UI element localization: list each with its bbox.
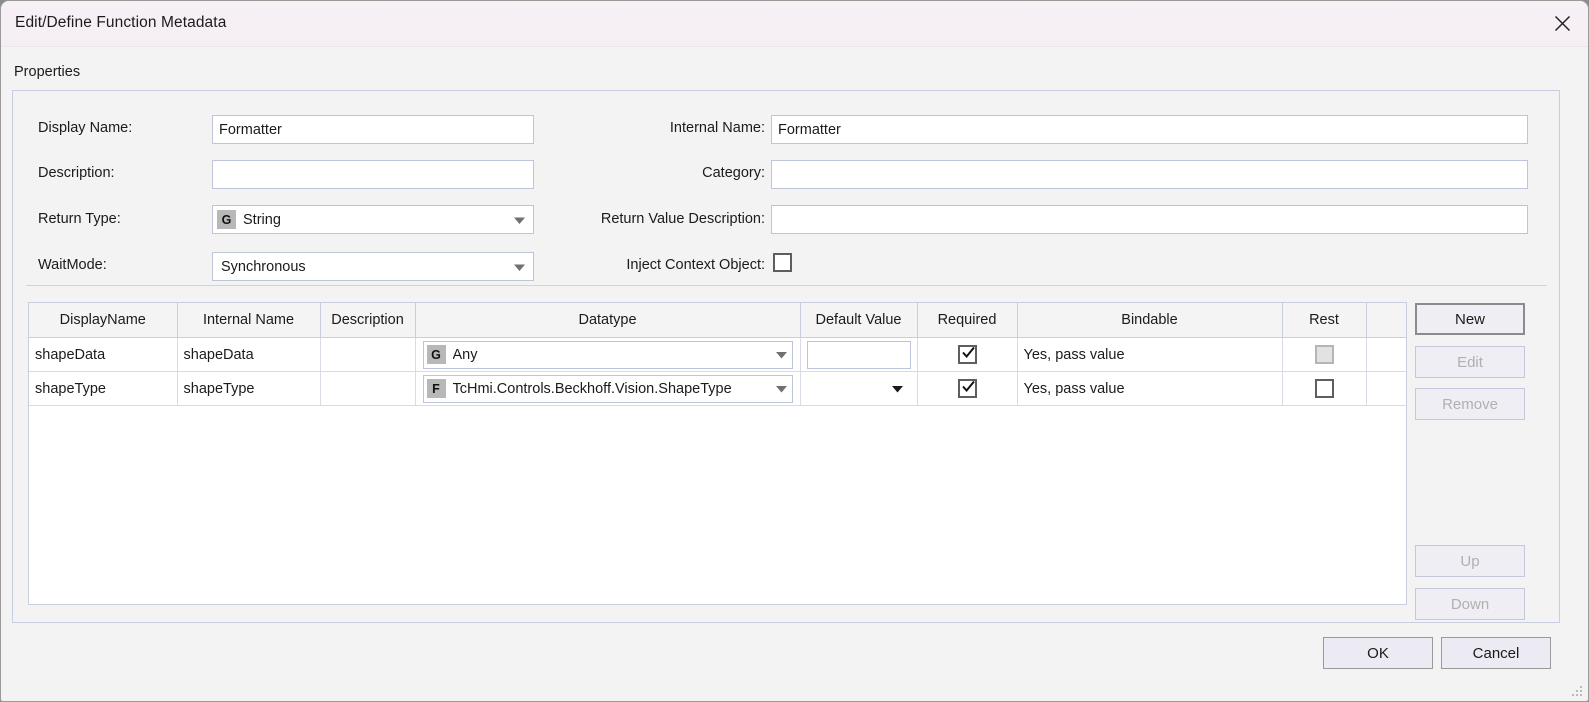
chevron-down-icon — [775, 347, 787, 363]
cell-datatype: G Any — [415, 337, 801, 372]
column-header-required[interactable]: Required — [917, 303, 1018, 338]
datatype-combobox[interactable]: G Any — [422, 340, 793, 369]
category-label: Category: — [702, 165, 765, 181]
section-divider — [26, 285, 1547, 286]
cell-spacer — [1366, 371, 1406, 406]
grid-header-row: DisplayName Internal Name Description Da… — [29, 303, 1406, 338]
column-header-default-value[interactable]: Default Value — [800, 303, 918, 338]
default-value-input[interactable] — [806, 340, 911, 369]
cell-displayname: shapeType — [29, 371, 178, 406]
datatype-value: TcHmi.Controls.Beckhoff.Vision.ShapeType — [452, 380, 732, 397]
generic-type-badge-icon: G — [217, 210, 236, 229]
required-checkbox[interactable] — [957, 345, 977, 364]
return-value-description-label: Return Value Description: — [600, 211, 765, 227]
column-header-bindable[interactable]: Bindable — [1017, 303, 1283, 338]
cell-internal-name: shapeType — [177, 371, 321, 406]
column-header-spacer — [1366, 303, 1406, 338]
cell-description — [320, 337, 416, 372]
category-input[interactable] — [771, 160, 1528, 189]
down-button[interactable]: Down — [1415, 588, 1525, 620]
cell-bindable: Yes, pass value — [1017, 371, 1283, 406]
cell-description — [320, 371, 416, 406]
chevron-down-icon — [891, 381, 903, 397]
parameters-grid[interactable]: DisplayName Internal Name Description Da… — [28, 302, 1407, 605]
column-header-rest[interactable]: Rest — [1282, 303, 1367, 338]
remove-button[interactable]: Remove — [1415, 388, 1525, 420]
column-header-displayname[interactable]: DisplayName — [29, 303, 178, 338]
internal-name-input[interactable] — [771, 115, 1528, 144]
edit-function-metadata-dialog: Edit/Define Function Metadata Properties… — [0, 0, 1589, 702]
cancel-button[interactable]: Cancel — [1441, 637, 1551, 669]
cell-required — [917, 371, 1018, 406]
edit-button[interactable]: Edit — [1415, 346, 1525, 378]
generic-type-badge-icon: G — [426, 345, 446, 364]
close-icon — [1554, 15, 1571, 32]
column-header-datatype[interactable]: Datatype — [415, 303, 801, 338]
table-row[interactable]: shapeData shapeData G Any Yes, pass valu… — [29, 337, 1406, 372]
datatype-combobox[interactable]: F TcHmi.Controls.Beckhoff.Vision.ShapeTy… — [422, 374, 793, 403]
cell-spacer — [1366, 337, 1406, 372]
return-type-label: Return Type: — [38, 211, 121, 227]
check-icon — [961, 345, 976, 360]
return-value-description-input[interactable] — [771, 205, 1528, 234]
display-name-input[interactable] — [212, 115, 534, 144]
cell-displayname: shapeData — [29, 337, 178, 372]
table-row[interactable]: shapeType shapeType F TcHmi.Controls.Bec… — [29, 371, 1406, 406]
rest-checkbox — [1314, 345, 1334, 364]
display-name-label: Display Name: — [38, 120, 133, 136]
cell-required — [917, 337, 1018, 372]
ok-button[interactable]: OK — [1323, 637, 1433, 669]
return-type-value: String — [243, 211, 281, 228]
inject-context-object-checkbox[interactable] — [773, 253, 792, 272]
description-label: Description: — [38, 165, 115, 181]
wait-mode-label: WaitMode: — [38, 257, 107, 273]
cell-rest — [1282, 337, 1367, 372]
chevron-down-icon — [775, 381, 787, 397]
cell-default-value — [800, 337, 918, 372]
window-title: Edit/Define Function Metadata — [15, 14, 227, 31]
wait-mode-value: Synchronous — [221, 258, 306, 275]
cell-bindable: Yes, pass value — [1017, 337, 1283, 372]
cell-rest — [1282, 371, 1367, 406]
default-value-combobox[interactable] — [806, 374, 911, 403]
resize-grip-icon[interactable] — [1568, 682, 1584, 698]
internal-name-label: Internal Name: — [669, 120, 765, 136]
properties-section-label: Properties — [14, 64, 81, 80]
properties-groupbox: Display Name: Internal Name: Description… — [12, 90, 1560, 623]
cell-default-value — [800, 371, 918, 406]
rest-checkbox[interactable] — [1314, 379, 1334, 398]
title-bar: Edit/Define Function Metadata — [1, 1, 1588, 47]
column-header-description[interactable]: Description — [320, 303, 416, 338]
column-header-internal-name[interactable]: Internal Name — [177, 303, 321, 338]
cell-internal-name: shapeData — [177, 337, 321, 372]
datatype-value: Any — [452, 346, 478, 363]
new-button[interactable]: New — [1415, 303, 1525, 335]
up-button[interactable]: Up — [1415, 545, 1525, 577]
cell-datatype: F TcHmi.Controls.Beckhoff.Vision.ShapeTy… — [415, 371, 801, 406]
inject-context-object-label: Inject Context Object: — [626, 257, 765, 273]
close-button[interactable] — [1536, 1, 1588, 46]
description-input[interactable] — [212, 160, 534, 189]
required-checkbox[interactable] — [957, 379, 977, 398]
check-icon — [961, 379, 976, 394]
function-type-badge-icon: F — [426, 379, 446, 398]
